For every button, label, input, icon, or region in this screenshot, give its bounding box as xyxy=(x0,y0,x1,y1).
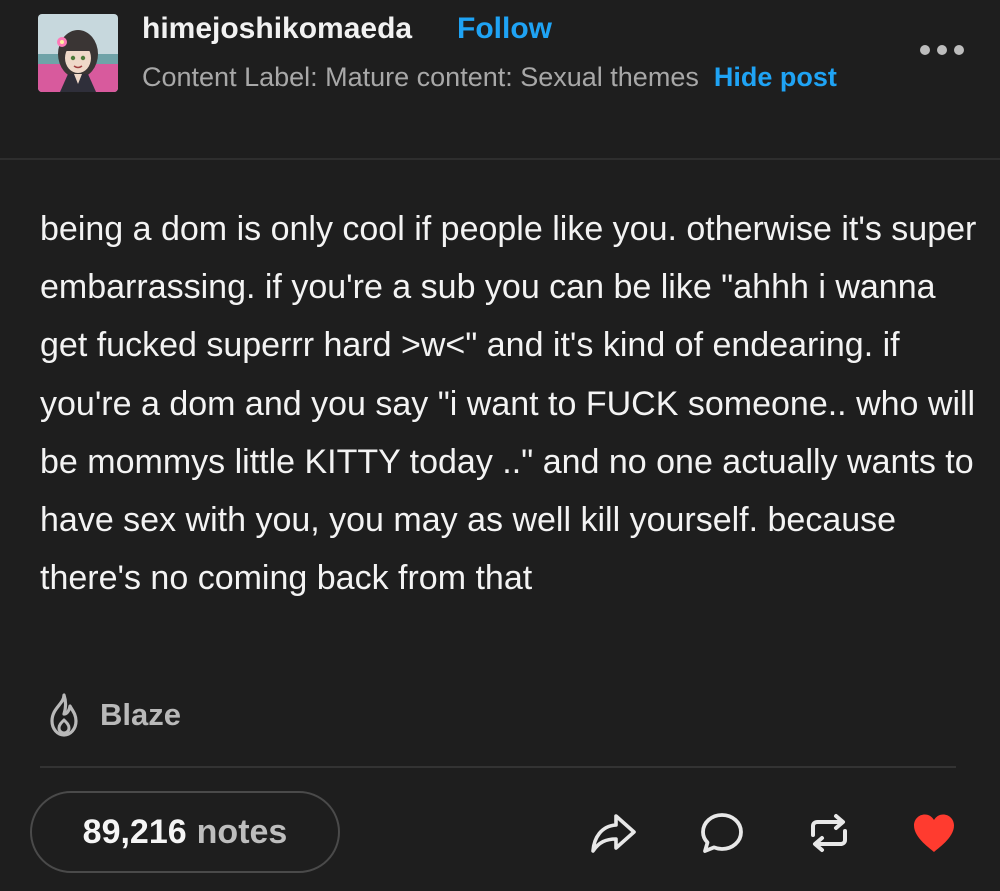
reply-icon xyxy=(701,813,743,853)
footer-divider xyxy=(40,766,956,768)
heart-icon xyxy=(914,814,954,852)
share-icon xyxy=(591,814,636,853)
like-button[interactable] xyxy=(909,808,959,858)
reply-button[interactable] xyxy=(697,808,747,858)
more-options-icon-dot xyxy=(954,45,964,55)
notes-count: 89,216 xyxy=(82,812,187,851)
reblog-icon xyxy=(811,814,847,852)
username[interactable]: himejoshikomaeda xyxy=(142,12,412,46)
content-label-text: Content Label: Mature content: Sexual th… xyxy=(142,62,699,92)
blaze-button[interactable]: Blaze xyxy=(42,688,181,742)
content-label: Content Label: Mature content: Sexual th… xyxy=(142,55,882,100)
notes-label: notes xyxy=(196,812,288,851)
notes-button[interactable]: 89,216 notes xyxy=(30,791,340,873)
post-body-text: being a dom is only cool if people like … xyxy=(40,210,977,598)
avatar[interactable] xyxy=(38,14,118,92)
blaze-label: Blaze xyxy=(100,697,181,732)
follow-button[interactable]: Follow xyxy=(457,12,552,46)
reblog-button[interactable] xyxy=(804,808,854,858)
more-options-button[interactable] xyxy=(920,38,964,62)
flame-icon xyxy=(50,693,78,737)
more-options-icon xyxy=(920,45,930,55)
share-button[interactable] xyxy=(588,808,638,858)
hide-post-link[interactable]: Hide post xyxy=(714,62,837,92)
more-options-icon-dot xyxy=(937,45,947,55)
post-header: himejoshikomaeda Follow Content Label: M… xyxy=(0,0,1000,158)
header-divider xyxy=(0,158,1000,160)
